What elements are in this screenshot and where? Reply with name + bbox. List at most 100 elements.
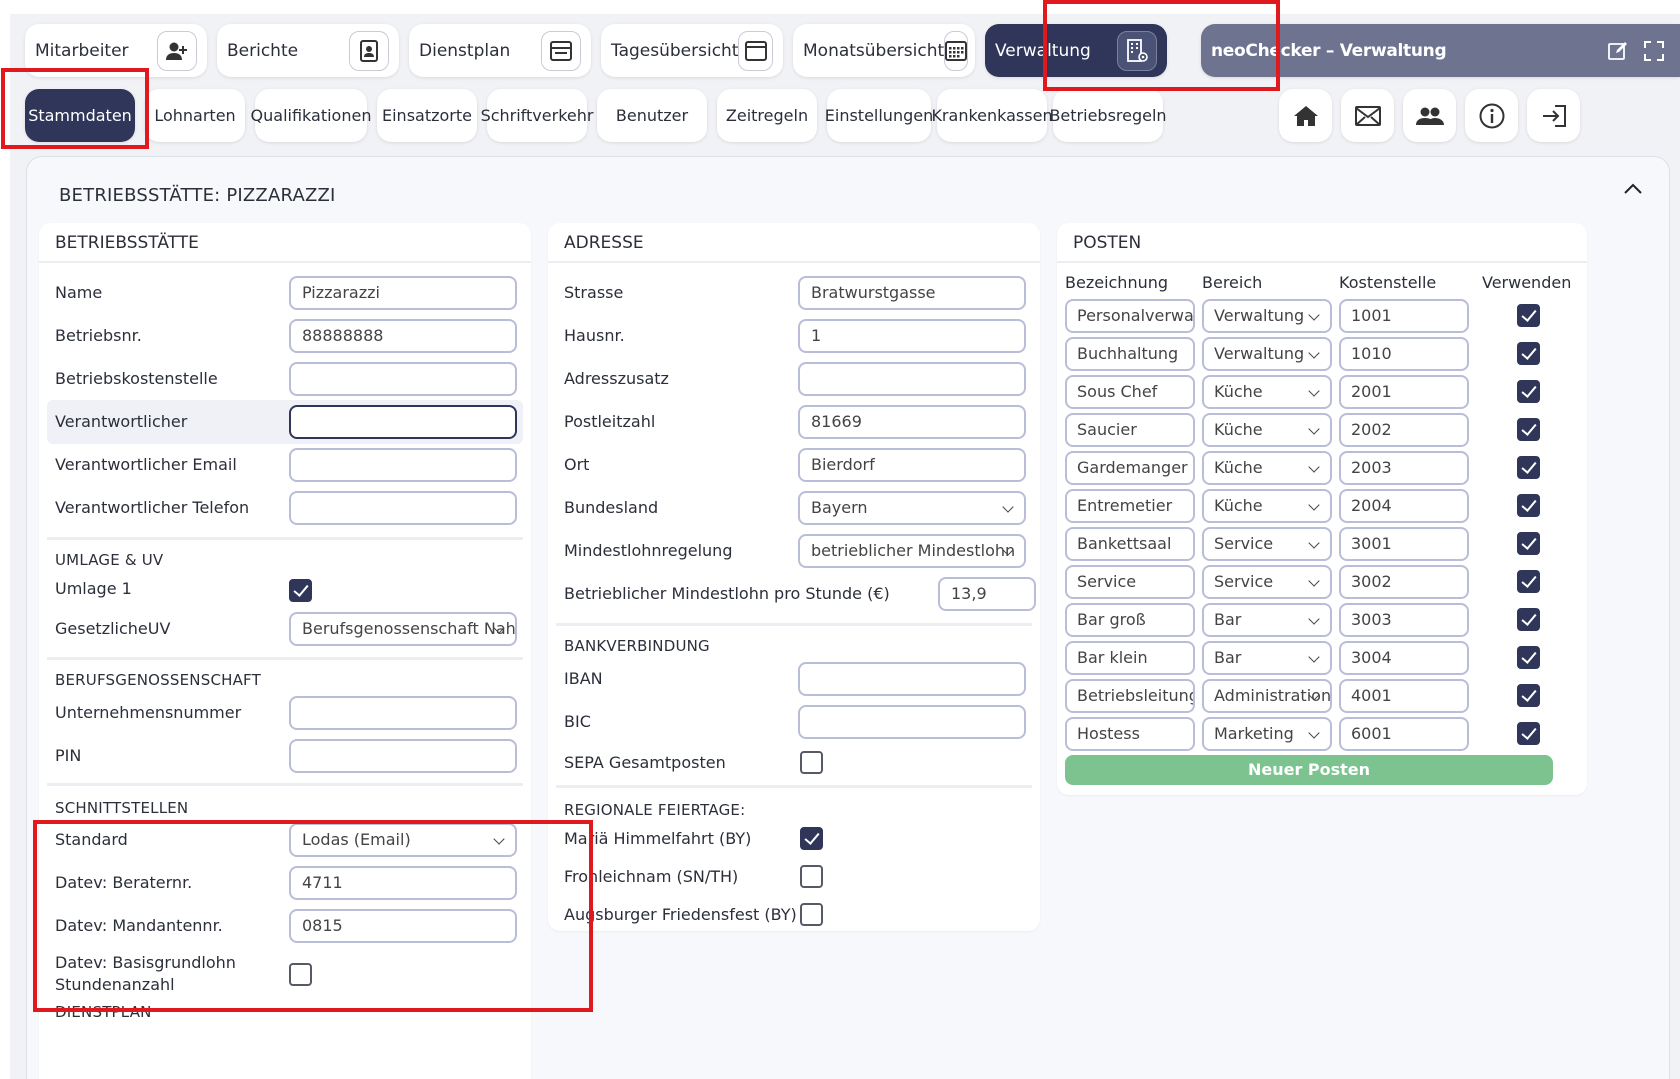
verantwortlicher-email-input[interactable] (289, 448, 517, 482)
tab-zeitregeln[interactable]: Zeitregeln (717, 89, 817, 142)
posten-kostenstelle-input[interactable]: 2001 (1339, 375, 1469, 409)
name-input[interactable]: Pizzarazzi (289, 276, 517, 310)
tab-lohnarten[interactable]: Lohnarten (145, 89, 245, 142)
posten-kostenstelle-input[interactable]: 3002 (1339, 565, 1469, 599)
ort-input[interactable]: Bierdorf (798, 448, 1026, 482)
edit-icon[interactable] (1608, 41, 1628, 61)
nav-mitarbeiter[interactable]: Mitarbeiter (25, 24, 207, 77)
basisgrundlohn-checkbox[interactable] (289, 963, 312, 986)
posten-kostenstelle-input[interactable]: 4001 (1339, 679, 1469, 713)
posten-name-input[interactable]: Personalverwaltung (1065, 299, 1195, 333)
posten-bereich-select[interactable]: Bar (1202, 641, 1332, 675)
iban-input[interactable] (798, 662, 1026, 696)
tab-betriebsregeln[interactable]: Betriebsregeln (1049, 89, 1167, 142)
feiertag-checkbox[interactable] (800, 865, 823, 888)
feiertag-checkbox[interactable] (800, 903, 823, 926)
posten-kostenstelle-input[interactable]: 1010 (1339, 337, 1469, 371)
tab-qualifikationen[interactable]: Qualifikationen (251, 89, 371, 142)
users-button[interactable] (1403, 89, 1456, 142)
posten-bereich-select[interactable]: Administration (1202, 679, 1332, 713)
hausnr-input[interactable]: 1 (798, 319, 1026, 353)
verantwortlicher-input[interactable] (289, 405, 517, 439)
bic-input[interactable] (798, 705, 1026, 739)
posten-name-input[interactable]: Buchhaltung (1065, 337, 1195, 371)
posten-bereich-select[interactable]: Verwaltung (1202, 337, 1332, 371)
nav-berichte[interactable]: Berichte (217, 24, 399, 77)
new-posten-button[interactable]: Neuer Posten (1065, 755, 1553, 785)
posten-kostenstelle-input[interactable]: 3004 (1339, 641, 1469, 675)
posten-name-input[interactable]: Service (1065, 565, 1195, 599)
strasse-input[interactable]: Bratwurstgasse (798, 276, 1026, 310)
posten-kostenstelle-input[interactable]: 3003 (1339, 603, 1469, 637)
posten-verwenden-checkbox[interactable] (1517, 456, 1540, 479)
posten-name-input[interactable]: Hostess (1065, 717, 1195, 751)
posten-kostenstelle-input[interactable]: 1001 (1339, 299, 1469, 333)
mail-button[interactable] (1341, 89, 1394, 142)
nav-verwaltung[interactable]: Verwaltung (985, 24, 1167, 77)
tab-schriftverkehr[interactable]: Schriftverkehr (481, 89, 593, 142)
umlage1-checkbox[interactable] (289, 579, 312, 602)
posten-bereich-select[interactable]: Küche (1202, 451, 1332, 485)
posten-verwenden-checkbox[interactable] (1517, 418, 1540, 441)
posten-name-input[interactable]: Bar klein (1065, 641, 1195, 675)
posten-name-input[interactable]: Entremetier (1065, 489, 1195, 523)
mandantennr-input[interactable]: 0815 (289, 909, 517, 943)
postleitzahl-input[interactable]: 81669 (798, 405, 1026, 439)
sepa-checkbox[interactable] (800, 751, 823, 774)
posten-kostenstelle-input[interactable]: 2002 (1339, 413, 1469, 447)
nav-monatsuebersicht[interactable]: Monatsübersicht (793, 24, 975, 77)
posten-verwenden-checkbox[interactable] (1517, 570, 1540, 593)
tab-krankenkassen[interactable]: Krankenkassen (931, 89, 1053, 142)
posten-bereich-select[interactable]: Service (1202, 527, 1332, 561)
posten-verwenden-checkbox[interactable] (1517, 608, 1540, 631)
posten-kostenstelle-input[interactable]: 6001 (1339, 717, 1469, 751)
adresszusatz-input[interactable] (798, 362, 1026, 396)
fullscreen-icon[interactable] (1644, 40, 1664, 61)
posten-bereich-select[interactable]: Küche (1202, 413, 1332, 447)
posten-verwenden-checkbox[interactable] (1517, 342, 1540, 365)
mindestlohn-stunde-input[interactable]: 13,9 (938, 577, 1036, 611)
home-button[interactable] (1279, 89, 1332, 142)
tab-einstellungen[interactable]: Einstellungen (825, 89, 933, 142)
posten-bereich-select[interactable]: Service (1202, 565, 1332, 599)
posten-bereich-select[interactable]: Bar (1202, 603, 1332, 637)
posten-name-input[interactable]: Betriebsleitung (1065, 679, 1195, 713)
posten-name-input[interactable]: Gardemanger (1065, 451, 1195, 485)
verantwortlicher-telefon-input[interactable] (289, 491, 517, 525)
posten-verwenden-checkbox[interactable] (1517, 304, 1540, 327)
posten-verwenden-checkbox[interactable] (1517, 380, 1540, 403)
posten-kostenstelle-input[interactable]: 3001 (1339, 527, 1469, 561)
mindestlohnregelung-select[interactable]: betrieblicher Mindestlohn (798, 534, 1026, 568)
logout-button[interactable] (1527, 89, 1580, 142)
tab-benutzer[interactable]: Benutzer (597, 89, 707, 142)
posten-verwenden-checkbox[interactable] (1517, 722, 1540, 745)
nav-neochecker[interactable]: neoChecker – Verwaltung (1201, 24, 1680, 77)
uv-select[interactable]: Berufsgenossenschaft Nah (289, 612, 517, 646)
info-button[interactable] (1465, 89, 1518, 142)
collapse-chevron-icon[interactable] (1623, 183, 1643, 195)
tab-stammdaten[interactable]: Stammdaten (25, 89, 135, 142)
nav-dienstplan[interactable]: Dienstplan (409, 24, 591, 77)
bundesland-select[interactable]: Bayern (798, 491, 1026, 525)
posten-kostenstelle-input[interactable]: 2004 (1339, 489, 1469, 523)
unternehmensnummer-input[interactable] (289, 696, 517, 730)
posten-bereich-select[interactable]: Verwaltung (1202, 299, 1332, 333)
pin-input[interactable] (289, 739, 517, 773)
feiertag-checkbox[interactable] (800, 827, 823, 850)
tab-einsatzorte[interactable]: Einsatzorte (377, 89, 477, 142)
posten-name-input[interactable]: Bankettsaal (1065, 527, 1195, 561)
posten-bereich-select[interactable]: Marketing (1202, 717, 1332, 751)
posten-verwenden-checkbox[interactable] (1517, 494, 1540, 517)
betriebsnr-input[interactable]: 88888888 (289, 319, 517, 353)
posten-bereich-select[interactable]: Küche (1202, 375, 1332, 409)
beraternr-input[interactable]: 4711 (289, 866, 517, 900)
posten-verwenden-checkbox[interactable] (1517, 646, 1540, 669)
nav-tagesuebersicht[interactable]: Tagesübersicht (601, 24, 783, 77)
posten-bereich-select[interactable]: Küche (1202, 489, 1332, 523)
posten-kostenstelle-input[interactable]: 2003 (1339, 451, 1469, 485)
betriebskostenstelle-input[interactable] (289, 362, 517, 396)
posten-name-input[interactable]: Bar groß (1065, 603, 1195, 637)
standard-select[interactable]: Lodas (Email) (289, 823, 517, 857)
posten-verwenden-checkbox[interactable] (1517, 532, 1540, 555)
posten-name-input[interactable]: Sous Chef (1065, 375, 1195, 409)
